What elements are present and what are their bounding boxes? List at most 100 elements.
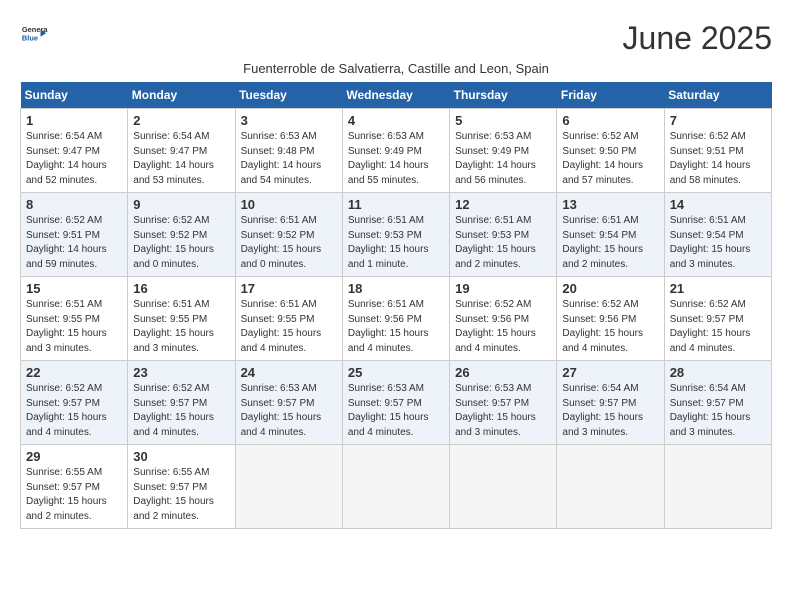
day-number: 6 <box>562 113 658 128</box>
day-number: 19 <box>455 281 551 296</box>
weekday-header-tuesday: Tuesday <box>235 82 342 109</box>
day-detail: Sunrise: 6:54 AM Sunset: 9:47 PM Dayligh… <box>26 130 122 188</box>
calendar-cell: 4 Sunrise: 6:53 AM Sunset: 9:49 PM Daylig… <box>342 109 449 193</box>
calendar-cell: 16 Sunrise: 6:51 AM Sunset: 9:55 PM Dayli… <box>128 277 235 361</box>
day-detail: Sunrise: 6:51 AM Sunset: 9:55 PM Dayligh… <box>133 298 229 356</box>
day-detail: Sunrise: 6:52 AM Sunset: 9:52 PM Dayligh… <box>133 214 229 272</box>
calendar-cell: 27Sunrise: 6:54 AM Sunset: 9:57 PM Dayli… <box>557 361 664 445</box>
day-number: 21 <box>670 281 766 296</box>
calendar-week-row: 29 Sunrise: 6:55 AM Sunset: 9:57 PM Dayli… <box>21 445 772 529</box>
day-number: 20 <box>562 281 658 296</box>
calendar-cell: 9Sunrise: 6:52 AM Sunset: 9:52 PM Daylig… <box>128 193 235 277</box>
day-number: 14 <box>670 197 766 212</box>
page-header: General Blue June 2025 <box>20 20 772 57</box>
calendar-cell: 2 Sunrise: 6:54 AM Sunset: 9:47 PM Daylig… <box>128 109 235 193</box>
weekday-header-monday: Monday <box>128 82 235 109</box>
day-detail: Sunrise: 6:51 AM Sunset: 9:54 PM Dayligh… <box>562 214 658 272</box>
day-detail: Sunrise: 6:54 AM Sunset: 9:57 PM Dayligh… <box>670 382 766 440</box>
day-number: 17 <box>241 281 337 296</box>
logo-icon: General Blue <box>20 20 48 48</box>
day-number: 15 <box>26 281 122 296</box>
calendar-cell: 11 Sunrise: 6:51 AM Sunset: 9:53 PM Dayli… <box>342 193 449 277</box>
svg-text:Blue: Blue <box>22 34 38 43</box>
calendar-cell: 24Sunrise: 6:53 AM Sunset: 9:57 PM Dayli… <box>235 361 342 445</box>
day-number: 10 <box>241 197 337 212</box>
day-detail: Sunrise: 6:54 AM Sunset: 9:47 PM Dayligh… <box>133 130 229 188</box>
day-detail: Sunrise: 6:52 AM Sunset: 9:50 PM Dayligh… <box>562 130 658 188</box>
logo: General Blue <box>20 20 48 48</box>
day-number: 1 <box>26 113 122 128</box>
calendar-cell: 29 Sunrise: 6:55 AM Sunset: 9:57 PM Dayli… <box>21 445 128 529</box>
day-number: 30 <box>133 449 229 464</box>
day-detail: Sunrise: 6:51 AM Sunset: 9:55 PM Dayligh… <box>241 298 337 356</box>
day-detail: Sunrise: 6:55 AM Sunset: 9:57 PM Dayligh… <box>26 466 122 524</box>
calendar-week-row: 1 Sunrise: 6:54 AM Sunset: 9:47 PM Daylig… <box>21 109 772 193</box>
day-number: 25 <box>348 365 444 380</box>
calendar-cell: 22Sunrise: 6:52 AM Sunset: 9:57 PM Dayli… <box>21 361 128 445</box>
day-number: 4 <box>348 113 444 128</box>
month-title: June 2025 <box>623 20 772 57</box>
day-detail: Sunrise: 6:53 AM Sunset: 9:48 PM Dayligh… <box>241 130 337 188</box>
calendar-cell: 14 Sunrise: 6:51 AM Sunset: 9:54 PM Dayli… <box>664 193 771 277</box>
day-number: 23 <box>133 365 229 380</box>
weekday-header-friday: Friday <box>557 82 664 109</box>
day-detail: Sunrise: 6:52 AM Sunset: 9:56 PM Dayligh… <box>455 298 551 356</box>
day-number: 26 <box>455 365 551 380</box>
calendar-cell: 25 Sunrise: 6:53 AM Sunset: 9:57 PM Dayli… <box>342 361 449 445</box>
day-detail: Sunrise: 6:52 AM Sunset: 9:57 PM Dayligh… <box>133 382 229 440</box>
calendar-cell: 26Sunrise: 6:53 AM Sunset: 9:57 PM Dayli… <box>450 361 557 445</box>
calendar-cell: 18 Sunrise: 6:51 AM Sunset: 9:56 PM Dayli… <box>342 277 449 361</box>
day-number: 12 <box>455 197 551 212</box>
weekday-header-row: SundayMondayTuesdayWednesdayThursdayFrid… <box>21 82 772 109</box>
title-block: June 2025 <box>623 20 772 57</box>
calendar-cell <box>235 445 342 529</box>
day-detail: Sunrise: 6:51 AM Sunset: 9:56 PM Dayligh… <box>348 298 444 356</box>
day-number: 28 <box>670 365 766 380</box>
day-number: 3 <box>241 113 337 128</box>
calendar-cell: 5Sunrise: 6:53 AM Sunset: 9:49 PM Daylig… <box>450 109 557 193</box>
weekday-header-saturday: Saturday <box>664 82 771 109</box>
weekday-header-thursday: Thursday <box>450 82 557 109</box>
calendar-cell <box>557 445 664 529</box>
day-number: 16 <box>133 281 229 296</box>
day-number: 24 <box>241 365 337 380</box>
day-detail: Sunrise: 6:51 AM Sunset: 9:53 PM Dayligh… <box>455 214 551 272</box>
day-number: 7 <box>670 113 766 128</box>
calendar-cell: 23 Sunrise: 6:52 AM Sunset: 9:57 PM Dayli… <box>128 361 235 445</box>
day-detail: Sunrise: 6:53 AM Sunset: 9:49 PM Dayligh… <box>348 130 444 188</box>
day-detail: Sunrise: 6:53 AM Sunset: 9:57 PM Dayligh… <box>348 382 444 440</box>
day-number: 8 <box>26 197 122 212</box>
calendar-cell: 17 Sunrise: 6:51 AM Sunset: 9:55 PM Dayli… <box>235 277 342 361</box>
calendar-cell <box>450 445 557 529</box>
weekday-header-wednesday: Wednesday <box>342 82 449 109</box>
day-number: 11 <box>348 197 444 212</box>
day-number: 22 <box>26 365 122 380</box>
day-number: 29 <box>26 449 122 464</box>
calendar-cell: 1 Sunrise: 6:54 AM Sunset: 9:47 PM Daylig… <box>21 109 128 193</box>
day-detail: Sunrise: 6:51 AM Sunset: 9:53 PM Dayligh… <box>348 214 444 272</box>
calendar-week-row: 15 Sunrise: 6:51 AM Sunset: 9:55 PM Dayli… <box>21 277 772 361</box>
calendar-cell <box>342 445 449 529</box>
calendar-cell: 12 Sunrise: 6:51 AM Sunset: 9:53 PM Dayli… <box>450 193 557 277</box>
calendar-cell: 7Sunrise: 6:52 AM Sunset: 9:51 PM Daylig… <box>664 109 771 193</box>
day-number: 18 <box>348 281 444 296</box>
day-detail: Sunrise: 6:53 AM Sunset: 9:49 PM Dayligh… <box>455 130 551 188</box>
calendar-cell: 20Sunrise: 6:52 AM Sunset: 9:56 PM Dayli… <box>557 277 664 361</box>
day-number: 2 <box>133 113 229 128</box>
day-detail: Sunrise: 6:51 AM Sunset: 9:55 PM Dayligh… <box>26 298 122 356</box>
day-detail: Sunrise: 6:51 AM Sunset: 9:52 PM Dayligh… <box>241 214 337 272</box>
calendar-cell: 13 Sunrise: 6:51 AM Sunset: 9:54 PM Dayli… <box>557 193 664 277</box>
day-detail: Sunrise: 6:51 AM Sunset: 9:54 PM Dayligh… <box>670 214 766 272</box>
calendar-cell: 6 Sunrise: 6:52 AM Sunset: 9:50 PM Daylig… <box>557 109 664 193</box>
calendar-cell: 28 Sunrise: 6:54 AM Sunset: 9:57 PM Dayli… <box>664 361 771 445</box>
day-detail: Sunrise: 6:54 AM Sunset: 9:57 PM Dayligh… <box>562 382 658 440</box>
day-detail: Sunrise: 6:52 AM Sunset: 9:51 PM Dayligh… <box>26 214 122 272</box>
calendar-cell: 3 Sunrise: 6:53 AM Sunset: 9:48 PM Daylig… <box>235 109 342 193</box>
weekday-header-sunday: Sunday <box>21 82 128 109</box>
day-number: 13 <box>562 197 658 212</box>
calendar-cell: 8 Sunrise: 6:52 AM Sunset: 9:51 PM Daylig… <box>21 193 128 277</box>
calendar-week-row: 22 Sunrise: 6:52 AM Sunset: 9:57 PM Dayli… <box>21 361 772 445</box>
calendar-week-row: 8 Sunrise: 6:52 AM Sunset: 9:51 PM Daylig… <box>21 193 772 277</box>
calendar-cell: 30Sunrise: 6:55 AM Sunset: 9:57 PM Dayli… <box>128 445 235 529</box>
calendar-cell: 19 Sunrise: 6:52 AM Sunset: 9:56 PM Dayli… <box>450 277 557 361</box>
